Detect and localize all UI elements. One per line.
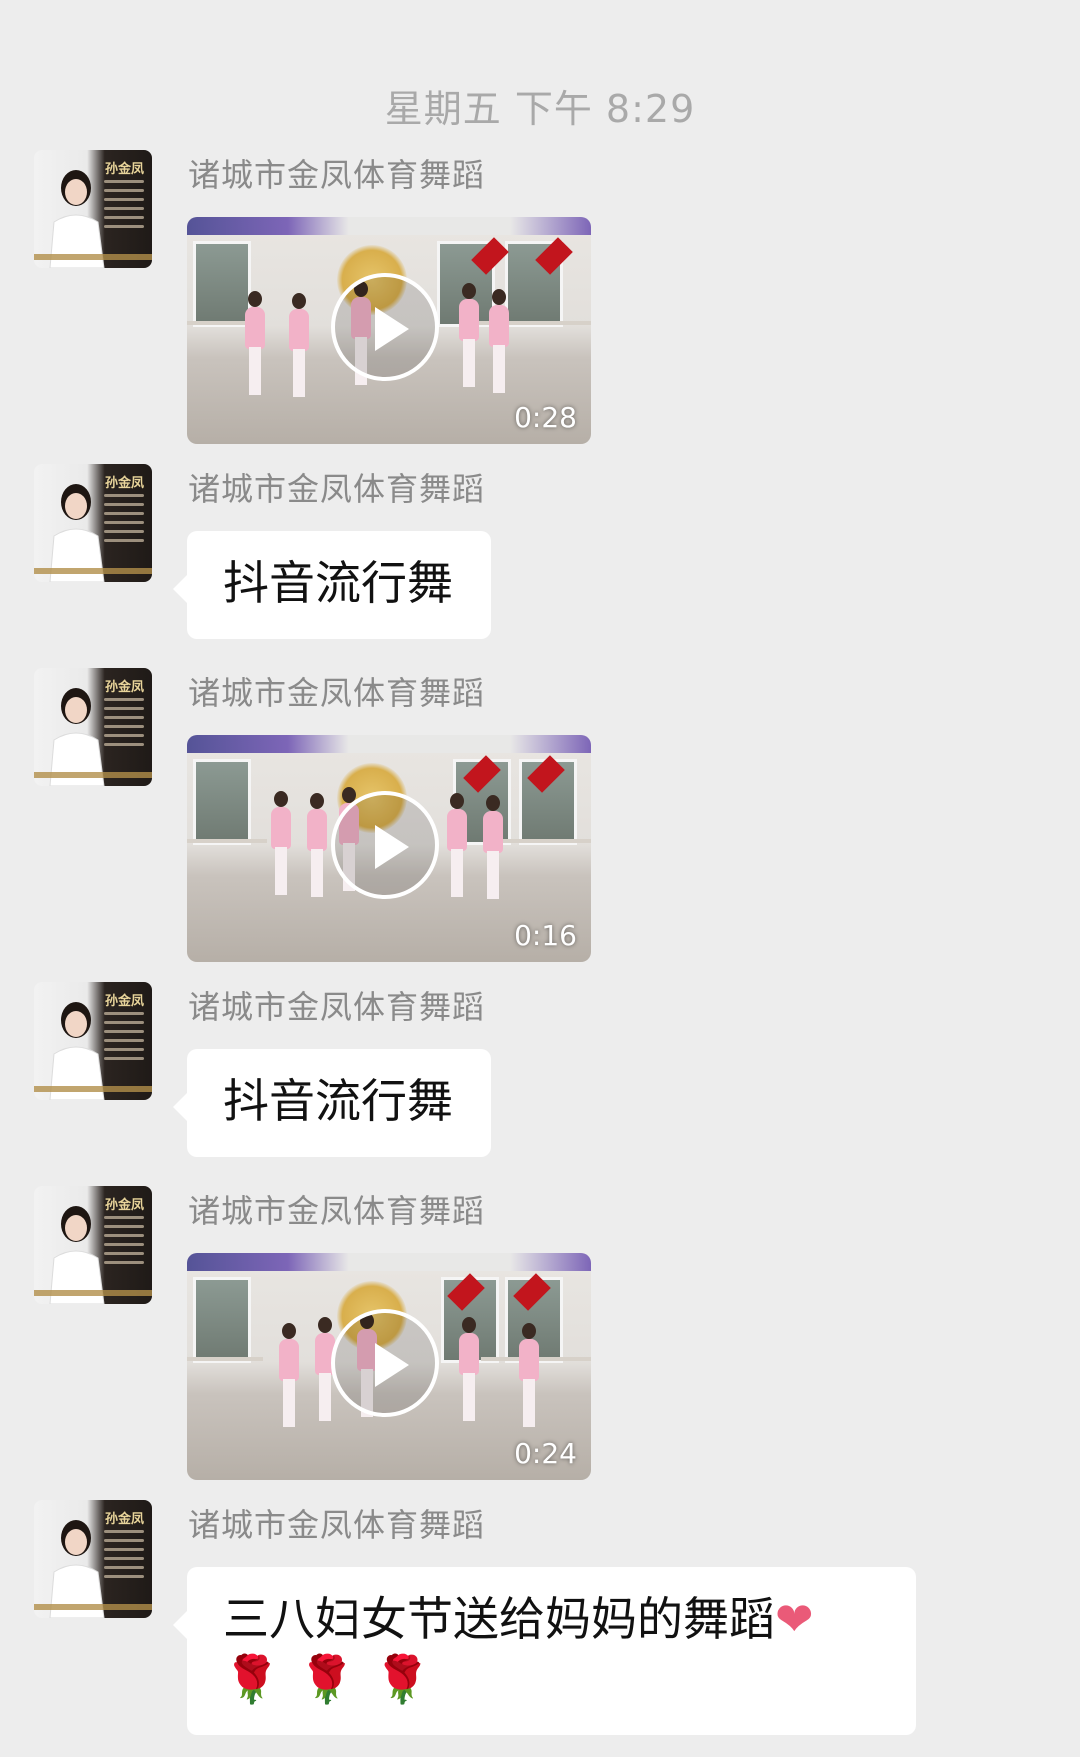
avatar-text-lines (104, 1012, 144, 1066)
message-text: 三八妇女节送给妈妈的舞蹈 (223, 1592, 775, 1646)
sender-name: 诸城市金凤体育舞蹈 (188, 674, 486, 712)
sender-name: 诸城市金凤体育舞蹈 (188, 1192, 486, 1230)
sender-name: 诸城市金凤体育舞蹈 (188, 1506, 486, 1544)
avatar-person-icon (49, 688, 105, 786)
rose-icons: 🌹🌹🌹 (223, 1652, 449, 1706)
avatar-name-tag: 孙金凤 (104, 162, 144, 177)
avatar[interactable]: 孙金凤 (34, 150, 152, 268)
message-bubble[interactable]: 抖音流行舞 (173, 1049, 491, 1157)
avatar-person-icon (49, 1206, 105, 1304)
play-icon[interactable] (331, 1309, 439, 1417)
video-ceiling (187, 735, 591, 753)
avatar[interactable]: 孙金凤 (34, 464, 152, 582)
sender-name: 诸城市金凤体育舞蹈 (188, 156, 486, 194)
avatar-name-tag: 孙金凤 (104, 680, 144, 695)
video-thumbnail[interactable]: 0:28 (187, 217, 591, 444)
avatar-gold-bar (34, 254, 152, 260)
avatar-gold-bar (34, 1086, 152, 1092)
video-dancer (487, 289, 509, 399)
play-icon[interactable] (331, 791, 439, 899)
chat-timestamp: 星期五 下午 8:29 (384, 87, 696, 131)
video-thumbnail[interactable]: 0:16 (187, 735, 591, 962)
video-window (193, 1277, 251, 1363)
video-dancer (445, 793, 467, 903)
video-barre (187, 1357, 263, 1361)
avatar-text-lines (104, 1530, 144, 1584)
avatar-gold-bar (34, 1290, 152, 1296)
video-dancer (243, 291, 265, 401)
play-icon[interactable] (331, 273, 439, 381)
video-dancer (277, 1323, 299, 1433)
video-dancer (269, 791, 291, 901)
video-dancer (481, 795, 503, 905)
video-dancer (457, 1317, 479, 1427)
message-bubble[interactable]: 抖音流行舞 (173, 531, 491, 639)
message-bubble[interactable]: 三八妇女节送给妈妈的舞蹈❤ 🌹🌹🌹 (173, 1567, 916, 1735)
video-ceiling (187, 217, 591, 235)
sender-name: 诸城市金凤体育舞蹈 (188, 470, 486, 508)
avatar-person-icon (49, 1002, 105, 1100)
avatar-text-lines (104, 180, 144, 234)
avatar-text-lines (104, 494, 144, 548)
avatar-text-lines (104, 698, 144, 752)
video-dancer (287, 293, 309, 403)
avatar-gold-bar (34, 772, 152, 778)
video-barre (187, 839, 267, 843)
video-dancer (457, 283, 479, 393)
message-text: 抖音流行舞 (223, 1074, 453, 1128)
sender-name: 诸城市金凤体育舞蹈 (188, 988, 486, 1026)
video-thumbnail[interactable]: 0:24 (187, 1253, 591, 1480)
avatar-gold-bar (34, 1604, 152, 1610)
video-ceiling (187, 1253, 591, 1271)
avatar-person-icon (49, 170, 105, 268)
video-dancer (517, 1323, 539, 1433)
message-text: 抖音流行舞 (223, 556, 453, 610)
avatar-name-tag: 孙金凤 (104, 476, 144, 491)
avatar-person-icon (49, 484, 105, 582)
video-window (193, 759, 251, 845)
avatar-gold-bar (34, 568, 152, 574)
avatar-text-lines (104, 1216, 144, 1270)
avatar-name-tag: 孙金凤 (104, 994, 144, 1009)
avatar-name-tag: 孙金凤 (104, 1512, 144, 1527)
avatar[interactable]: 孙金凤 (34, 1500, 152, 1618)
avatar-person-icon (49, 1520, 105, 1618)
video-duration: 0:24 (514, 1437, 577, 1470)
video-duration: 0:16 (514, 919, 577, 952)
avatar[interactable]: 孙金凤 (34, 982, 152, 1100)
video-duration: 0:28 (514, 401, 577, 434)
avatar-name-tag: 孙金凤 (104, 1198, 144, 1213)
video-dancer (305, 793, 327, 903)
avatar[interactable]: 孙金凤 (34, 668, 152, 786)
heart-icon: ❤ (775, 1592, 814, 1646)
avatar[interactable]: 孙金凤 (34, 1186, 152, 1304)
message-text-line: 三八妇女节送给妈妈的舞蹈❤ (223, 1589, 878, 1649)
